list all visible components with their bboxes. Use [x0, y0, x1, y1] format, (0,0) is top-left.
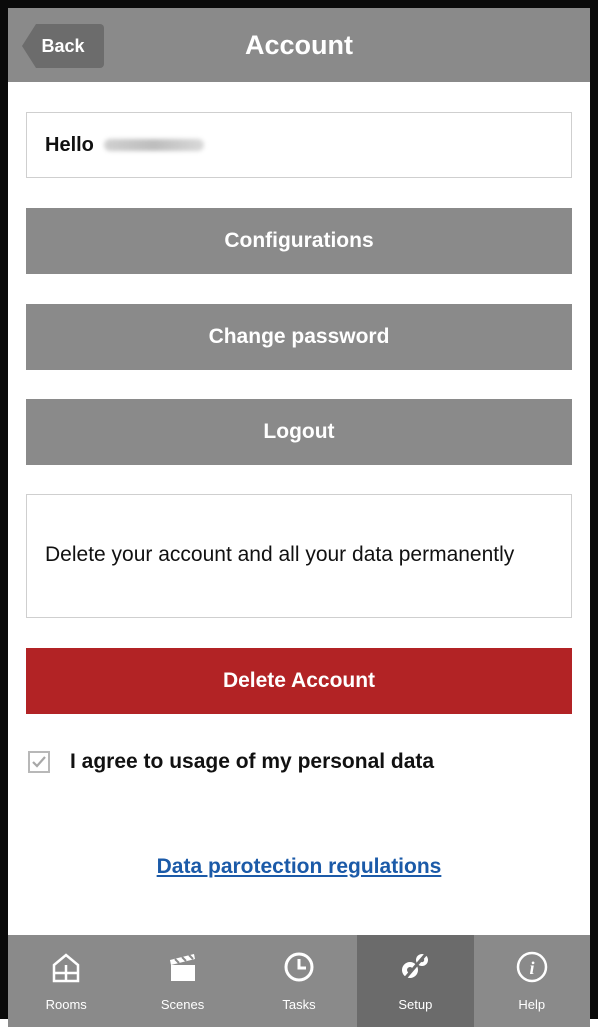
tab-help[interactable]: i Help	[474, 935, 590, 1027]
house-icon	[46, 947, 86, 987]
tab-rooms[interactable]: Rooms	[8, 935, 124, 1027]
greeting-box: Hello	[26, 112, 572, 178]
delete-account-button[interactable]: Delete Account	[26, 648, 572, 714]
clock-icon	[279, 947, 319, 987]
svg-text:i: i	[529, 958, 534, 978]
info-icon: i	[512, 947, 552, 987]
consent-row: I agree to usage of my personal data	[26, 740, 572, 784]
logout-button[interactable]: Logout	[26, 399, 572, 465]
consent-label: I agree to usage of my personal data	[70, 750, 435, 773]
tab-label: Help	[518, 997, 546, 1012]
tab-scenes[interactable]: Scenes	[124, 935, 240, 1027]
clapperboard-icon	[163, 947, 203, 987]
tab-tasks[interactable]: Tasks	[241, 935, 357, 1027]
tab-label: Scenes	[160, 997, 205, 1012]
back-button[interactable]: Back	[22, 24, 104, 68]
header-bar: Back Account	[8, 8, 590, 82]
tab-setup[interactable]: Setup	[357, 935, 474, 1027]
change-password-button[interactable]: Change password	[26, 304, 572, 370]
data-protection-link[interactable]: Data parotection regulations	[8, 855, 590, 879]
app-frame: Back Account Hello Configurations Change…	[0, 0, 598, 1027]
bottom-tab-bar: Rooms Scenes Tasks Setup i Help	[8, 935, 590, 1027]
setup-gears-icon	[395, 947, 435, 987]
greeting-text: Hello	[45, 133, 94, 156]
redacted-username	[103, 139, 204, 151]
tab-label: Rooms	[45, 997, 87, 1012]
tab-label: Tasks	[282, 997, 316, 1012]
configurations-button[interactable]: Configurations	[26, 208, 572, 274]
delete-account-info: Delete your account and all your data pe…	[26, 494, 572, 618]
tab-label: Setup	[398, 997, 433, 1012]
checkmark-icon	[32, 756, 46, 768]
consent-checkbox[interactable]	[28, 751, 50, 773]
